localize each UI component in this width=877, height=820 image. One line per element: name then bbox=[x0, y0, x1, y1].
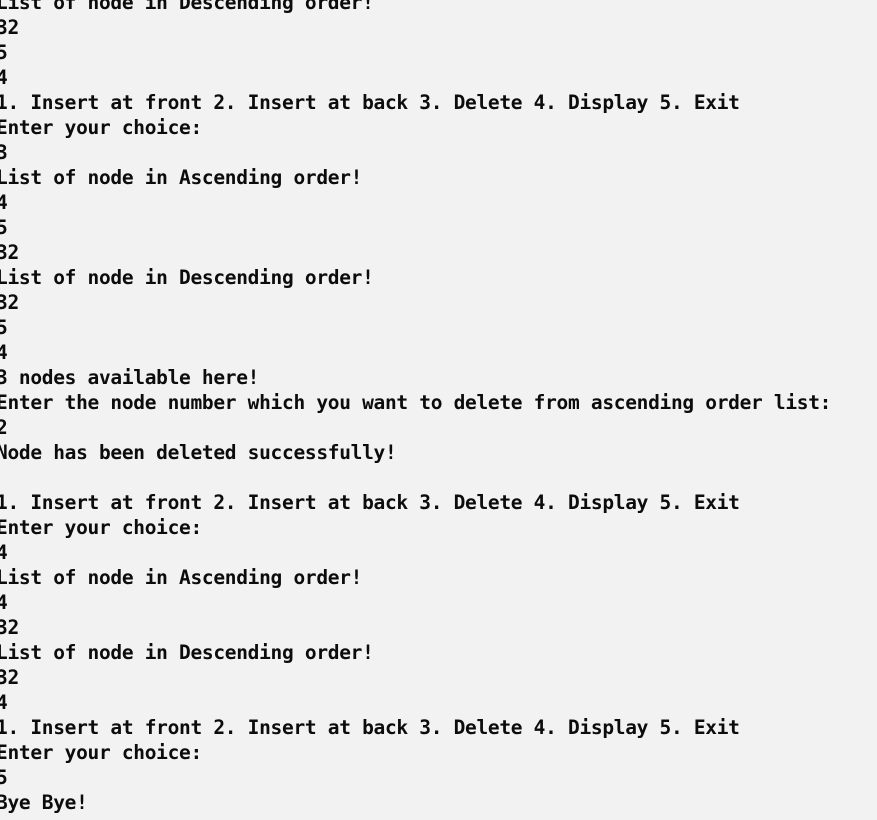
output-line: List of node in Ascending order! bbox=[0, 166, 363, 189]
output-line: 4 bbox=[0, 66, 8, 89]
output-line: 32 bbox=[0, 616, 19, 639]
output-line: 32 bbox=[0, 16, 19, 39]
menu-line: 1. Insert at front 2. Insert at back 3. … bbox=[0, 91, 740, 114]
prompt-line: Enter the node number which you want to … bbox=[0, 391, 832, 414]
user-input-line: 4 bbox=[0, 541, 8, 564]
user-input-line: 5 bbox=[0, 766, 8, 789]
output-line: 3 nodes available here! bbox=[0, 366, 260, 389]
output-line: List of node in Ascending order! bbox=[0, 566, 363, 589]
output-line: 32 bbox=[0, 291, 19, 314]
output-line: 5 bbox=[0, 316, 8, 339]
output-line: 4 bbox=[0, 591, 8, 614]
output-line: Bye Bye! bbox=[0, 791, 88, 814]
output-line: List of node in Descending order! bbox=[0, 266, 374, 289]
output-line: 5 bbox=[0, 41, 8, 64]
user-input-line: 2 bbox=[0, 416, 8, 439]
output-line: 4 bbox=[0, 341, 8, 364]
menu-line: 1. Insert at front 2. Insert at back 3. … bbox=[0, 491, 740, 514]
output-line: 5 bbox=[0, 216, 8, 239]
prompt-line: Enter your choice: bbox=[0, 116, 202, 139]
output-line: Node has been deleted successfully! bbox=[0, 441, 397, 464]
output-line: 4 bbox=[0, 691, 8, 714]
console-output: List of node in Descending order! 32 5 4… bbox=[0, 0, 877, 815]
output-line: 32 bbox=[0, 241, 19, 264]
menu-line: 1. Insert at front 2. Insert at back 3. … bbox=[0, 716, 740, 739]
output-line: 32 bbox=[0, 666, 19, 689]
output-line: List of node in Descending order! bbox=[0, 641, 374, 664]
prompt-line: Enter your choice: bbox=[0, 516, 202, 539]
user-input-line: 3 bbox=[0, 141, 8, 164]
output-line: 4 bbox=[0, 191, 8, 214]
output-line: List of node in Descending order! bbox=[0, 0, 374, 14]
prompt-line: Enter your choice: bbox=[0, 741, 202, 764]
